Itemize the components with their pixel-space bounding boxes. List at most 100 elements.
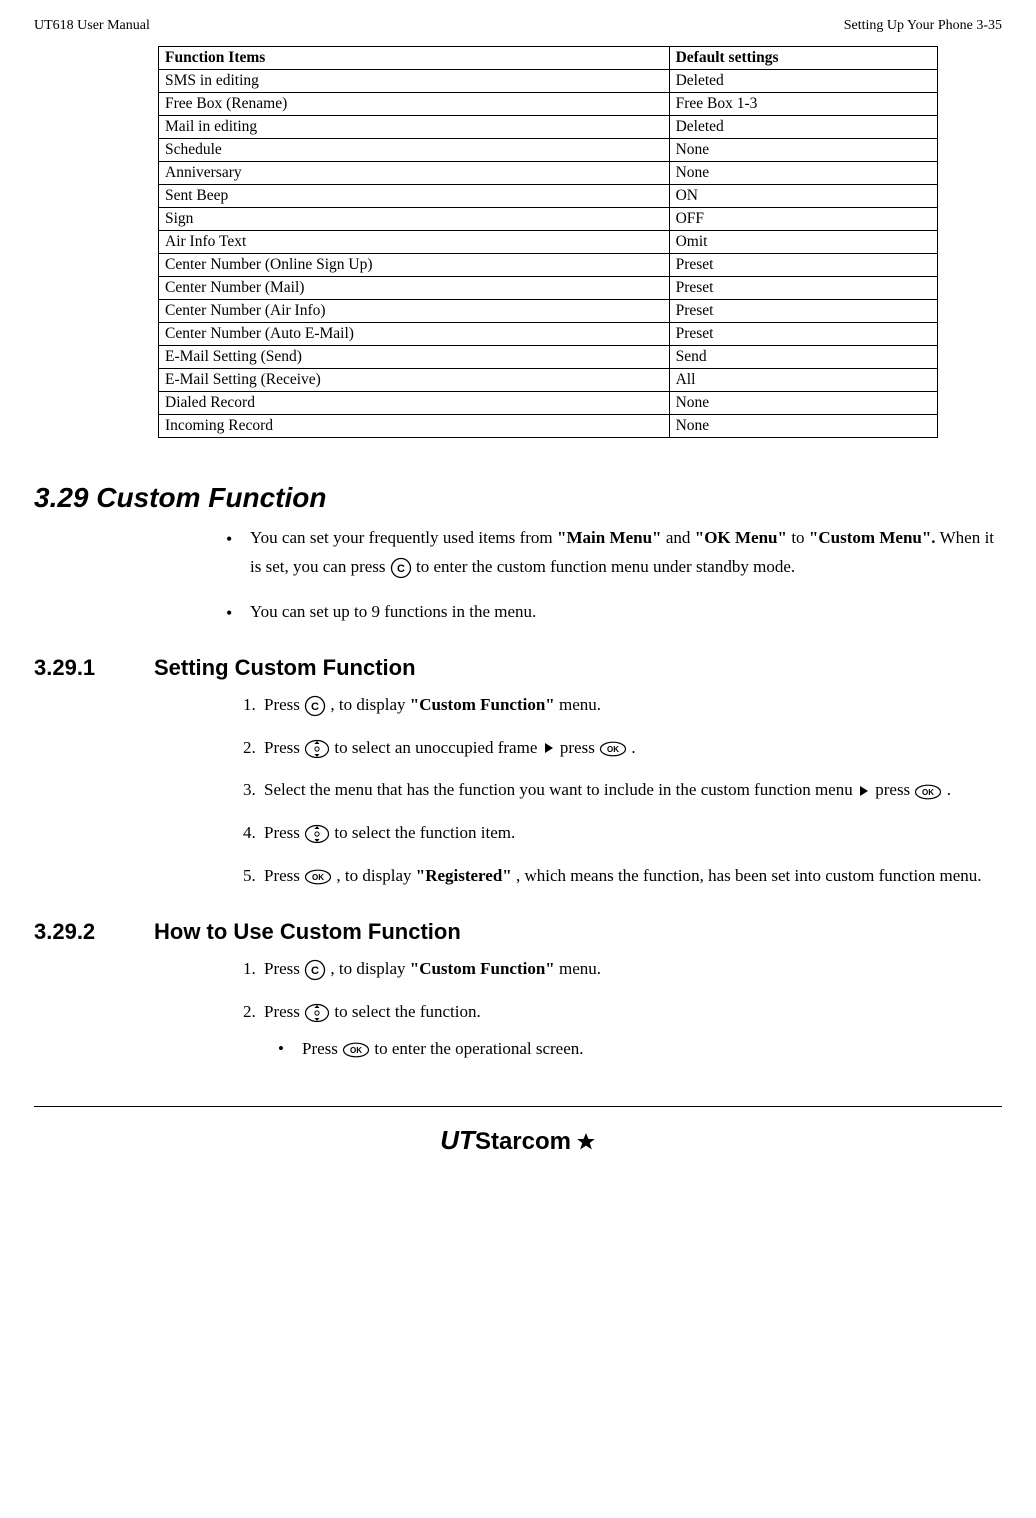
step-3: Select the menu that has the function yo… xyxy=(260,776,994,805)
text-fragment: . xyxy=(947,780,951,799)
text-fragment: and xyxy=(666,528,695,547)
svg-text:OK: OK xyxy=(922,788,934,797)
svg-text:C: C xyxy=(311,701,319,713)
ok-key-icon: OK xyxy=(599,741,627,757)
bullet-custom-menu: You can set your frequently used items f… xyxy=(224,524,994,582)
right-arrow-icon xyxy=(545,743,553,753)
table-row: SignOFF xyxy=(159,208,938,231)
nav-key-icon xyxy=(304,739,330,759)
heading-title: Setting Custom Function xyxy=(154,655,416,681)
right-arrow-icon xyxy=(860,786,868,796)
c-key-icon: C xyxy=(304,959,326,981)
table-cell: E-Mail Setting (Send) xyxy=(159,346,670,369)
table-row: Incoming RecordNone xyxy=(159,415,938,438)
bold-custom-function: "Custom Function" xyxy=(410,959,555,978)
text-fragment: , to display xyxy=(336,866,415,885)
nav-key-icon xyxy=(304,1003,330,1023)
step-2: Press to select the function. Press OK t… xyxy=(260,998,994,1064)
footer-divider xyxy=(34,1106,1002,1107)
table-cell: Center Number (Mail) xyxy=(159,277,670,300)
section-3-29-1-steps: Press C , to display "Custom Function" m… xyxy=(224,691,994,891)
text-fragment: press xyxy=(875,780,914,799)
table-cell: Anniversary xyxy=(159,162,670,185)
footer-logo: UTStarcom xyxy=(34,1125,1002,1156)
table-cell: None xyxy=(669,139,937,162)
function-table: Function Items Default settings SMS in e… xyxy=(158,46,938,438)
sub-bullet: Press OK to enter the operational screen… xyxy=(278,1035,994,1064)
table-cell: Sent Beep xyxy=(159,185,670,208)
logo-star-icon xyxy=(576,1132,596,1152)
svg-text:C: C xyxy=(311,965,319,977)
svg-text:OK: OK xyxy=(607,745,619,754)
table-row: Sent BeepON xyxy=(159,185,938,208)
svg-text:OK: OK xyxy=(350,1046,362,1055)
table-cell: Center Number (Online Sign Up) xyxy=(159,254,670,277)
table-cell: Deleted xyxy=(669,70,937,93)
step-1: Press C , to display "Custom Function" m… xyxy=(260,691,994,720)
text-fragment: Press xyxy=(264,823,304,842)
text-fragment: Press xyxy=(264,1002,304,1021)
table-row: SMS in editingDeleted xyxy=(159,70,938,93)
table-cell: None xyxy=(669,415,937,438)
text-fragment: to select the function item. xyxy=(334,823,515,842)
table-cell: Air Info Text xyxy=(159,231,670,254)
table-cell: Send xyxy=(669,346,937,369)
bold-custom-function: "Custom Function" xyxy=(410,695,555,714)
text-fragment: Press xyxy=(302,1039,342,1058)
table-cell: Preset xyxy=(669,254,937,277)
step-2: Press to select an unoccupied frame pres… xyxy=(260,734,994,763)
nav-key-icon xyxy=(304,824,330,844)
table-cell: Sign xyxy=(159,208,670,231)
table-cell: Schedule xyxy=(159,139,670,162)
table-cell: All xyxy=(669,369,937,392)
text-fragment: to enter the operational screen. xyxy=(374,1039,583,1058)
header-left: UT618 User Manual xyxy=(34,18,150,34)
table-row: ScheduleNone xyxy=(159,139,938,162)
step-4: Press to select the function item. xyxy=(260,819,994,848)
bullet-up-to-9: You can set up to 9 functions in the men… xyxy=(224,598,994,627)
text-fragment: . xyxy=(631,738,635,757)
text-fragment: press xyxy=(560,738,599,757)
table-row: E-Mail Setting (Receive)All xyxy=(159,369,938,392)
bold-registered: "Registered" xyxy=(416,866,512,885)
table-cell: Mail in editing xyxy=(159,116,670,139)
bold-ok-menu: "OK Menu" xyxy=(695,528,787,547)
table-row: AnniversaryNone xyxy=(159,162,938,185)
logo-ut: UT xyxy=(440,1125,475,1155)
table-cell: Incoming Record xyxy=(159,415,670,438)
ok-key-icon: OK xyxy=(304,869,332,885)
text-fragment: Press xyxy=(264,866,304,885)
text-fragment: Press xyxy=(264,695,304,714)
table-cell: Preset xyxy=(669,323,937,346)
text-fragment: , to display xyxy=(330,959,409,978)
table-row: Dialed RecordNone xyxy=(159,392,938,415)
table-cell: Free Box 1-3 xyxy=(669,93,937,116)
table-row: Mail in editingDeleted xyxy=(159,116,938,139)
table-row: Center Number (Auto E-Mail)Preset xyxy=(159,323,938,346)
step-5: Press OK , to display "Registered" , whi… xyxy=(260,862,994,891)
table-cell: OFF xyxy=(669,208,937,231)
text-fragment: to select an unoccupied frame xyxy=(334,738,541,757)
table-row: Free Box (Rename)Free Box 1-3 xyxy=(159,93,938,116)
step-1: Press C , to display "Custom Function" m… xyxy=(260,955,994,984)
table-cell: Center Number (Air Info) xyxy=(159,300,670,323)
table-cell: Omit xyxy=(669,231,937,254)
col-default-settings: Default settings xyxy=(669,47,937,70)
table-cell: SMS in editing xyxy=(159,70,670,93)
heading-number: 3.29.2 xyxy=(34,919,154,945)
table-cell: Dialed Record xyxy=(159,392,670,415)
heading-number: 3.29.1 xyxy=(34,655,154,681)
text-fragment: Press xyxy=(264,738,304,757)
section-3-29-title: 3.29 Custom Function xyxy=(34,482,1002,514)
header-right: Setting Up Your Phone 3-35 xyxy=(844,18,1002,34)
table-header-row: Function Items Default settings xyxy=(159,47,938,70)
text-fragment: to xyxy=(791,528,809,547)
text-fragment: to select the function. xyxy=(334,1002,480,1021)
table-cell: ON xyxy=(669,185,937,208)
text-fragment: You can set your frequently used items f… xyxy=(250,528,557,547)
bold-custom-menu: "Custom Menu". xyxy=(809,528,936,547)
section-3-29-2-heading: 3.29.2 How to Use Custom Function xyxy=(34,919,1002,945)
text-fragment: to enter the custom function menu under … xyxy=(416,557,795,576)
logo-starcom: Starcom xyxy=(475,1128,571,1155)
col-function-items: Function Items xyxy=(159,47,670,70)
